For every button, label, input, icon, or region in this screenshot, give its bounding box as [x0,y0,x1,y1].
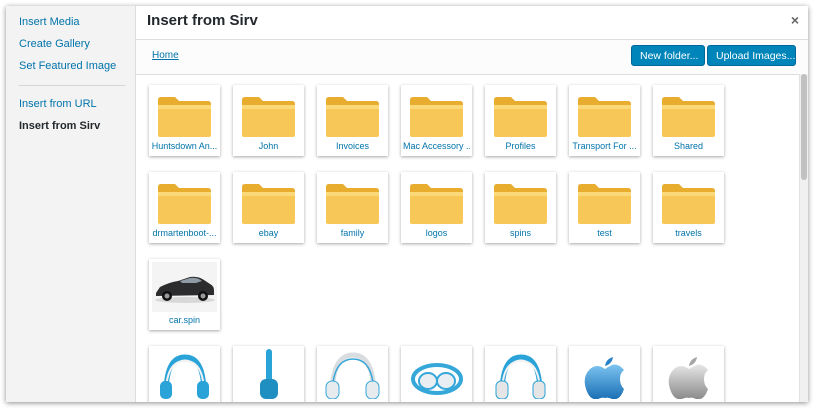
main-panel: Insert from Sirv × Home New folder... Up… [136,6,808,402]
folder-label: family [340,228,365,238]
page-title: Insert from Sirv [147,12,258,29]
car-thumbnail [152,262,217,312]
apple-logo-blue-icon [584,357,624,399]
image-tile[interactable] [485,346,556,402]
image-tile[interactable] [317,346,388,402]
image-tile[interactable] [233,346,304,402]
folder-label: drmartenboot-... [152,228,217,238]
folder-tile[interactable]: Shared [653,85,724,156]
image-tile[interactable] [653,346,724,402]
headphones-side-icon [260,349,278,399]
file-tile[interactable]: car.spin [149,259,220,330]
folder-label: ebay [258,228,279,238]
breadcrumb-home[interactable]: Home [152,50,179,61]
file-label: car.spin [168,315,201,325]
folder-label: Profiles [505,141,536,151]
image-tile[interactable] [149,346,220,402]
folder-label: travels [675,228,702,238]
folder-tile[interactable]: drmartenboot-... [149,172,220,243]
scrollbar-thumb[interactable] [801,74,807,180]
folder-icon [662,97,715,137]
new-folder-button[interactable]: New folder... [631,45,705,66]
folder-label: Transport For ... [572,141,637,151]
media-modal: Insert Media Create Gallery Set Featured… [6,6,808,402]
blue-headphones-icon [160,354,209,399]
folder-tile[interactable]: logos [401,172,472,243]
folder-label: test [597,228,612,238]
sidebar-item-set-featured-image[interactable]: Set Featured Image [19,60,116,72]
folder-tile[interactable]: John [233,85,304,156]
folder-tile[interactable]: Profiles [485,85,556,156]
folder-label: John [258,141,279,151]
sidebar-item-insert-from-sirv[interactable]: Insert from Sirv [19,120,100,132]
folder-icon [158,97,211,137]
sidebar-divider [19,85,125,86]
upload-images-button[interactable]: Upload Images... [707,45,796,66]
folder-icon [494,97,547,137]
folder-tile[interactable]: travels [653,172,724,243]
folder-icon [578,97,631,137]
folder-label: Shared [673,141,704,151]
folder-icon [242,97,295,137]
scrollbar[interactable] [799,74,808,402]
sidebar-item-insert-media[interactable]: Insert Media [19,16,80,28]
folder-tile[interactable]: Huntsdown An... [149,85,220,156]
folder-tile[interactable]: spins [485,172,556,243]
folder-label: logos [425,228,448,238]
white-headphones-icon [325,352,380,399]
folder-icon [242,184,295,224]
folder-label: spins [509,228,531,238]
image-tile[interactable] [569,346,640,402]
media-sidebar: Insert Media Create Gallery Set Featured… [6,6,136,402]
folder-icon [410,97,463,137]
apple-logo-silver-icon [668,357,708,399]
folder-label: Huntsdown An... [151,141,218,151]
blue-headphones-icon [495,354,546,399]
folder-icon [578,184,631,224]
folder-label: Mac Accessory ... [403,141,470,151]
image-tile[interactable] [401,346,472,402]
folder-tile[interactable]: Transport For ... [569,85,640,156]
folder-label: Invoices [335,141,370,151]
folder-icon [158,184,211,224]
folder-tile[interactable]: Invoices [317,85,388,156]
folder-icon [662,184,715,224]
folder-tile[interactable]: family [317,172,388,243]
folder-icon [410,184,463,224]
file-grid: Huntsdown An... John Invoices Mac Access… [136,74,800,402]
sidebar-item-insert-from-url[interactable]: Insert from URL [19,98,97,110]
folder-icon [326,97,379,137]
sidebar-item-create-gallery[interactable]: Create Gallery [19,38,90,50]
toolbar: Home New folder... Upload Images... [136,39,808,75]
close-icon[interactable]: × [791,12,799,28]
folder-tile[interactable]: Mac Accessory ... [401,85,472,156]
folder-tile[interactable]: test [569,172,640,243]
folder-tile[interactable]: ebay [233,172,304,243]
folder-icon [494,184,547,224]
folder-icon [326,184,379,224]
headphones-folded-icon [411,363,463,395]
